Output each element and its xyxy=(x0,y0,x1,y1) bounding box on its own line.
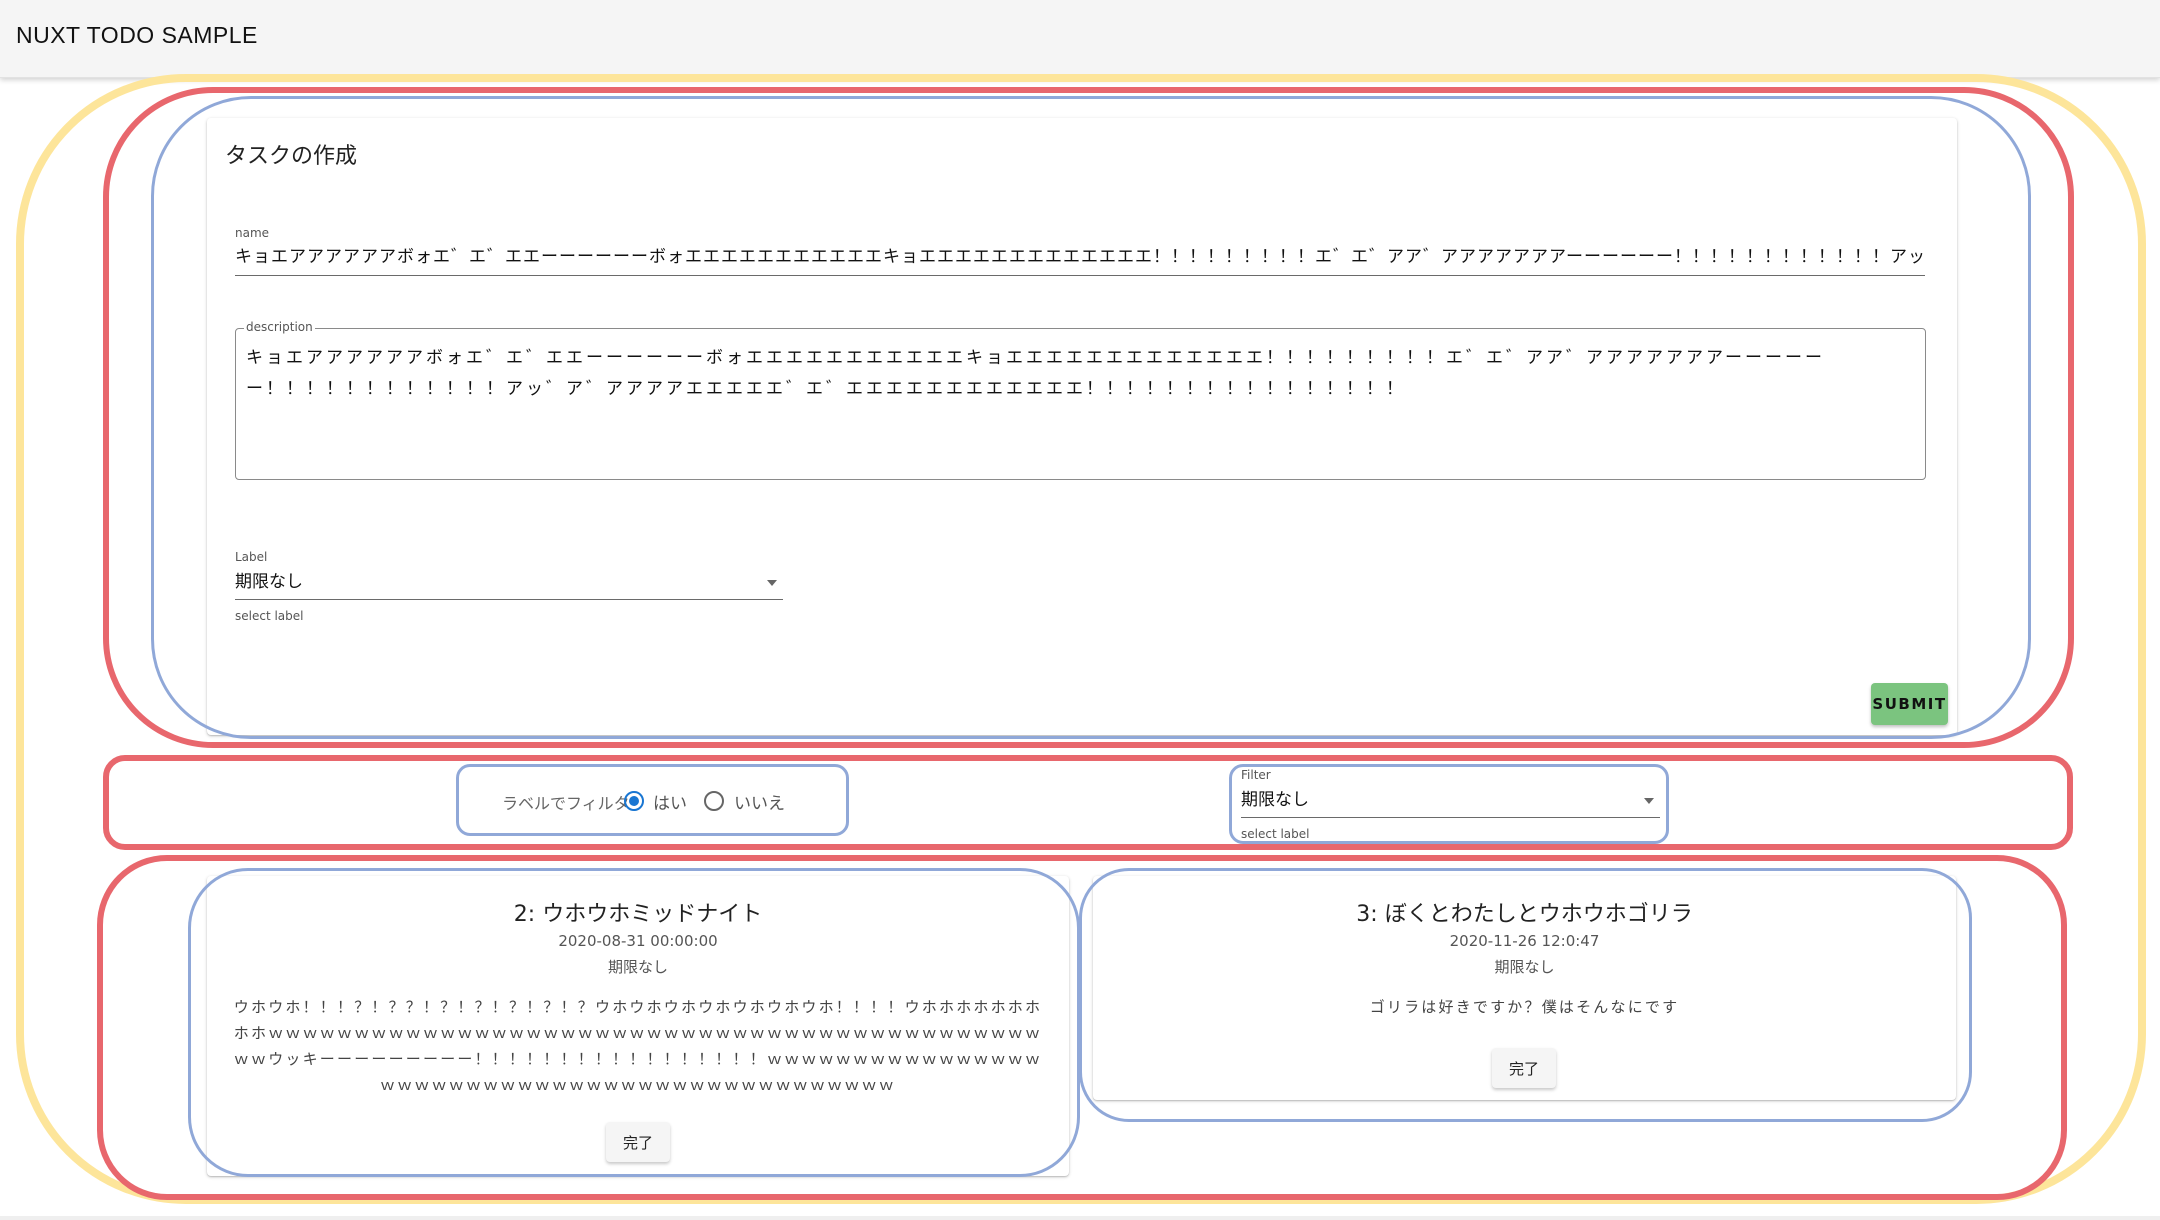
task-id: 2 xyxy=(513,902,528,927)
description-text: キョエアアアアアアボォエ゛エ゛エエーーーーーーボォエエエエエエエエエエエキョエエ… xyxy=(246,348,1825,399)
label-select-value: 期限なし xyxy=(235,572,303,592)
task-description: ゴリラは好きですか？僕はそんなにです xyxy=(1369,998,1680,1016)
radio-no[interactable] xyxy=(704,791,724,811)
radio-no-label[interactable]: いいえ xyxy=(734,789,785,814)
task-title: 3: ぼくとわたしとウホウホゴリラ xyxy=(1356,902,1693,927)
app-title: NUXT TODO SAMPLE xyxy=(16,22,258,48)
task-datetime: 2020-08-31 00:00:00 xyxy=(558,932,718,950)
bottom-divider xyxy=(0,1216,2160,1220)
app-bar: NUXT TODO SAMPLE xyxy=(0,0,2160,78)
chevron-down-icon xyxy=(1644,798,1654,804)
filter-select-label: Filter xyxy=(1241,768,1271,782)
annotation-outline-red-filter xyxy=(103,755,2073,850)
radio-group-label: ラベルでフィルタ xyxy=(502,794,630,813)
radio-yes-label[interactable]: はい xyxy=(653,789,687,814)
filter-select-value: 期限なし xyxy=(1241,790,1309,810)
filter-select[interactable]: 期限なし xyxy=(1241,782,1660,818)
name-field-label: name xyxy=(235,226,270,240)
task-datetime: 2020-11-26 12:0:47 xyxy=(1449,932,1600,950)
task-id: 3 xyxy=(1356,902,1371,927)
description-textarea[interactable]: description キョエアアアアアアボォエ゛エ゛エエーーーーーーボォエエエ… xyxy=(235,320,1926,480)
label-field-label: Label xyxy=(235,550,268,564)
task-label: 期限なし xyxy=(1494,958,1555,976)
task-card: 3: ぼくとわたしとウホウホゴリラ 2020-11-26 12:0:47 期限な… xyxy=(1093,876,1956,1100)
task-card: 2: ウホウホミッドナイト 2020-08-31 00:00:00 期限なし ウ… xyxy=(207,876,1069,1176)
task-label: 期限なし xyxy=(607,958,668,976)
task-title: 2: ウホウホミッドナイト xyxy=(513,902,763,927)
create-task-title: タスクの作成 xyxy=(225,144,358,169)
chevron-down-icon xyxy=(767,580,777,586)
task-name: ウホウホミッドナイト xyxy=(542,902,763,927)
label-select[interactable]: 期限なし xyxy=(235,566,783,600)
done-button[interactable]: 完了 xyxy=(1492,1048,1556,1088)
description-field-label: description xyxy=(244,320,315,334)
submit-button[interactable]: SUBMIT xyxy=(1871,683,1948,725)
create-task-card: タスクの作成 name キョエアアアアアアボォエ゛エ゛エエーーーーーーボォエエエ… xyxy=(207,118,1957,735)
filter-select-hint: select label xyxy=(1241,827,1310,841)
name-input[interactable]: キョエアアアアアアボォエ゛エ゛エエーーーーーーボォエエエエエエエエエエエキョエエ… xyxy=(235,244,1925,276)
task-name: ぼくとわたしとウホウホゴリラ xyxy=(1384,902,1693,927)
radio-yes[interactable] xyxy=(624,791,644,811)
label-select-hint: select label xyxy=(235,609,304,623)
task-description: ウホウホ！！！？！？？！？！？！？！？！？ウホウホウホウホウホウホウホ！！！！ウ… xyxy=(233,998,1043,1094)
done-button[interactable]: 完了 xyxy=(606,1122,670,1162)
